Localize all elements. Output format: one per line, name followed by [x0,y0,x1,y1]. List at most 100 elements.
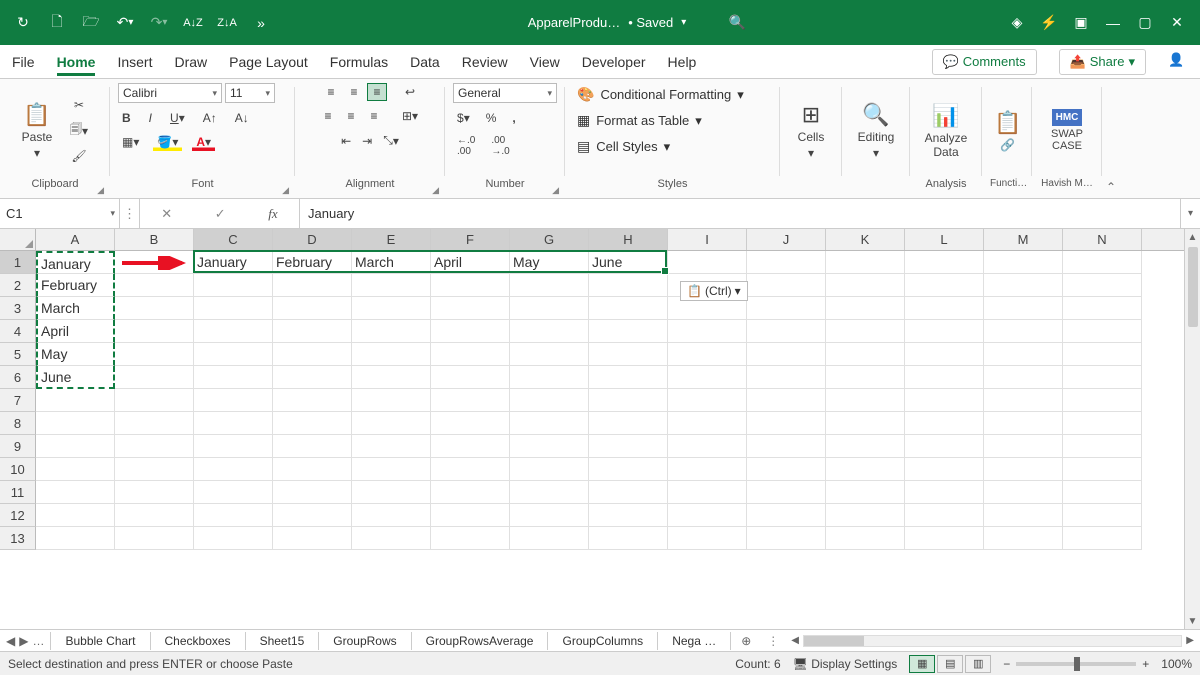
cell-D5[interactable] [273,343,352,366]
analyze-data-button[interactable]: 📊Analyze Data [918,101,974,161]
row-header-7[interactable]: 7 [0,389,36,412]
horizontal-scrollbar[interactable]: ◀ ▶ [785,635,1200,647]
cell-K5[interactable] [826,343,905,366]
redo-icon[interactable]: ↷▾ [146,10,172,36]
cell-B13[interactable] [115,527,194,550]
scroll-left-icon[interactable]: ◀ [789,635,801,646]
zoom-slider[interactable] [1016,662,1136,666]
col-header-N[interactable]: N [1063,229,1142,250]
cell-I7[interactable] [668,389,747,412]
cell-M3[interactable] [984,297,1063,320]
col-header-C[interactable]: C [194,229,273,250]
row-header-2[interactable]: 2 [0,274,36,297]
cell-N6[interactable] [1063,366,1142,389]
paste-options-flyout[interactable]: 📋 (Ctrl) ▾ [680,281,748,301]
cell-B9[interactable] [115,435,194,458]
cell-I4[interactable] [668,320,747,343]
cell-I1[interactable] [668,251,747,274]
col-header-B[interactable]: B [115,229,194,250]
cell-I5[interactable] [668,343,747,366]
row-header-6[interactable]: 6 [0,366,36,389]
cell-N12[interactable] [1063,504,1142,527]
cell-L1[interactable] [905,251,984,274]
cell-J8[interactable] [747,412,826,435]
cell-D4[interactable] [273,320,352,343]
cell-B7[interactable] [115,389,194,412]
undo-icon[interactable]: ↶▾ [112,10,138,36]
cell-E7[interactable] [352,389,431,412]
cell-F7[interactable] [431,389,510,412]
cell-F11[interactable] [431,481,510,504]
cells-button[interactable]: ⊞Cells▾ [788,100,834,162]
cell-M10[interactable] [984,458,1063,481]
close-icon[interactable]: ✕ [1164,10,1190,36]
cell-N10[interactable] [1063,458,1142,481]
page-break-view-button[interactable]: ▥ [965,655,991,673]
cell-M12[interactable] [984,504,1063,527]
cell-B11[interactable] [115,481,194,504]
cell-K9[interactable] [826,435,905,458]
wrap-text-button[interactable]: ↩ [401,83,419,101]
cell-I11[interactable] [668,481,747,504]
cell-C6[interactable] [194,366,273,389]
scroll-thumb[interactable] [1188,247,1198,327]
cell-D11[interactable] [273,481,352,504]
cell-L10[interactable] [905,458,984,481]
cell-I10[interactable] [668,458,747,481]
editing-button[interactable]: 🔍Editing▾ [850,100,902,162]
cell-M9[interactable] [984,435,1063,458]
cell-A13[interactable] [36,527,115,550]
grid-body[interactable]: 📋 (Ctrl) ▾ 1JanuaryJanuaryFebruaryMarchA… [0,251,1184,550]
cell-K10[interactable] [826,458,905,481]
conditional-formatting-button[interactable]: 🎨Conditional Formatting▾ [573,83,772,106]
tab-insert[interactable]: Insert [117,48,152,76]
cell-E11[interactable] [352,481,431,504]
cell-E12[interactable] [352,504,431,527]
cell-A5[interactable]: May [36,343,115,366]
row-header-10[interactable]: 10 [0,458,36,481]
cell-J10[interactable] [747,458,826,481]
increase-font-button[interactable]: A↑ [199,109,221,127]
col-header-E[interactable]: E [352,229,431,250]
col-header-A[interactable]: A [36,229,115,250]
cell-C2[interactable] [194,274,273,297]
cell-I13[interactable] [668,527,747,550]
cell-D6[interactable] [273,366,352,389]
bold-button[interactable]: B [118,109,135,127]
cell-F9[interactable] [431,435,510,458]
cell-K13[interactable] [826,527,905,550]
cell-L9[interactable] [905,435,984,458]
cell-L3[interactable] [905,297,984,320]
col-header-F[interactable]: F [431,229,510,250]
cell-M11[interactable] [984,481,1063,504]
cell-A7[interactable] [36,389,115,412]
cell-F12[interactable] [431,504,510,527]
row-header-13[interactable]: 13 [0,527,36,550]
sheet-tab[interactable]: Sheet15 [246,632,320,650]
cell-L12[interactable] [905,504,984,527]
cell-L7[interactable] [905,389,984,412]
cancel-icon[interactable]: ✕ [161,206,172,222]
cell-I12[interactable] [668,504,747,527]
cell-A3[interactable]: March [36,297,115,320]
cell-B8[interactable] [115,412,194,435]
cell-M8[interactable] [984,412,1063,435]
tab-file[interactable]: File [12,48,35,76]
cell-E10[interactable] [352,458,431,481]
cell-G13[interactable] [510,527,589,550]
decrease-font-button[interactable]: A↓ [231,109,253,127]
col-header-K[interactable]: K [826,229,905,250]
cell-H8[interactable] [589,412,668,435]
cell-A6[interactable]: June [36,366,115,389]
sheet-tab[interactable]: GroupRows [319,632,411,650]
cell-L8[interactable] [905,412,984,435]
launcher-icon[interactable]: ◢ [282,185,289,196]
scroll-right-icon[interactable]: ▶ [1184,635,1196,646]
paste-button[interactable]: 📋 Paste ▾ [8,100,66,162]
copy-button[interactable]: 🗐▾ [66,118,92,143]
cell-J5[interactable] [747,343,826,366]
cell-G9[interactable] [510,435,589,458]
search-icon[interactable]: 🔍 [724,10,750,36]
sheet-tab[interactable]: Checkboxes [151,632,246,650]
select-all-button[interactable] [0,229,36,250]
